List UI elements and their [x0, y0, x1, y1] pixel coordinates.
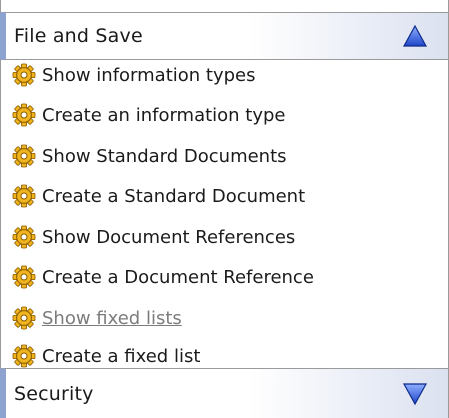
gear-icon [12, 265, 36, 289]
gear-icon [12, 63, 36, 87]
task-link-create-information-type[interactable]: Create an information type [12, 100, 286, 130]
section-title-file-and-save: File and Save [14, 25, 143, 47]
task-link-label: Show Standard Documents [42, 145, 287, 167]
gear-icon [12, 306, 36, 330]
task-link-show-information-types[interactable]: Show information types [12, 60, 256, 90]
task-link-label: Show Document References [42, 226, 296, 248]
task-link-label: Create a fixed list [42, 345, 201, 367]
gear-icon [12, 344, 36, 368]
task-link-create-document-reference[interactable]: Create a Document Reference [12, 262, 314, 292]
expand-down-icon[interactable] [402, 382, 428, 406]
gear-icon [12, 225, 36, 249]
task-link-label: Create an information type [42, 104, 286, 126]
task-panel: File and Save Show information types Cre… [0, 0, 449, 418]
task-link-label: Create a Document Reference [42, 266, 314, 288]
gear-icon [12, 184, 36, 208]
task-link-show-fixed-lists[interactable]: Show fixed lists [12, 303, 182, 333]
section-header-security[interactable]: Security [0, 368, 449, 418]
section-title-security: Security [14, 382, 94, 405]
panel-border-left [0, 0, 1, 418]
task-link-create-standard-document[interactable]: Create a Standard Document [12, 181, 305, 211]
task-link-label: Show fixed lists [42, 307, 182, 329]
task-link-create-fixed-list[interactable]: Create a fixed list [12, 341, 200, 371]
task-link-label: Show information types [42, 64, 256, 86]
collapse-up-icon[interactable] [402, 24, 428, 48]
gear-icon [12, 103, 36, 127]
task-link-show-standard-documents[interactable]: Show Standard Documents [12, 141, 287, 171]
task-link-label: Create a Standard Document [42, 185, 306, 207]
section-header-file-and-save[interactable]: File and Save [0, 12, 449, 60]
task-link-show-document-references[interactable]: Show Document References [12, 222, 295, 252]
gear-icon [12, 144, 36, 168]
